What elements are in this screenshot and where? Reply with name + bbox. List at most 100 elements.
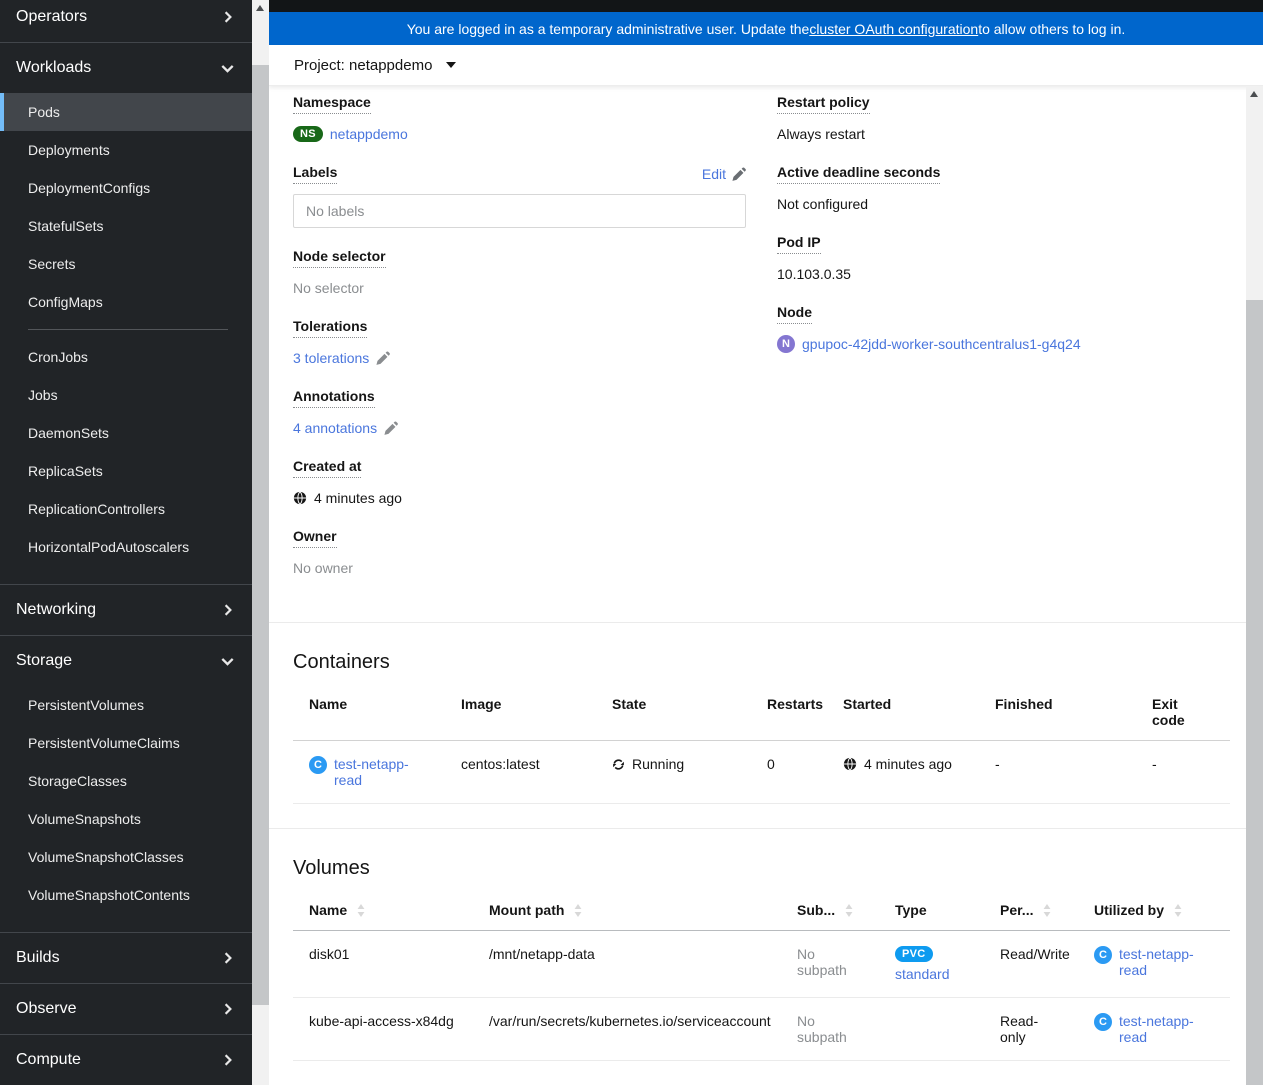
sidebar-item-operators[interactable]: Operators [0, 0, 252, 42]
sidebar-item-label: Storage [16, 652, 73, 669]
sidebar-item-secrets[interactable]: Secrets [0, 245, 252, 283]
sync-icon [613, 758, 624, 770]
cluster-oauth-link[interactable]: cluster OAuth configuration [809, 21, 978, 37]
detail-node-selector: Node selector No selector [293, 248, 746, 298]
sort-icon[interactable] [1174, 903, 1182, 917]
sidebar-item-volumesnapshots[interactable]: VolumeSnapshots [0, 800, 252, 838]
sort-icon[interactable] [1043, 903, 1051, 917]
detail-value: No selector [293, 280, 364, 296]
scrollbar-thumb[interactable] [252, 65, 269, 1005]
container-link[interactable]: test-netapp-read [334, 756, 429, 788]
sidebar-item-workloads[interactable]: Workloads [0, 43, 252, 93]
detail-term: Active deadline seconds [777, 164, 941, 184]
tolerations-link[interactable]: 3 tolerations [293, 350, 369, 366]
main-area: You are logged in as a temporary adminis… [269, 0, 1263, 1085]
banner-text: to allow others to log in. [978, 20, 1126, 37]
admin-banner: You are logged in as a temporary adminis… [269, 12, 1263, 45]
sidebar-item-daemonsets[interactable]: DaemonSets [0, 414, 252, 452]
sort-icon[interactable] [574, 903, 582, 917]
volumes-section: Volumes Name Mount path Sub... Type Per.… [293, 857, 1230, 1061]
sidebar-item-deployments[interactable]: Deployments [0, 131, 252, 169]
caret-down-icon [446, 62, 457, 68]
sidebar-item-networking[interactable]: Networking [0, 585, 252, 635]
sort-icon[interactable] [357, 903, 365, 917]
scrollbar-up-arrow-icon[interactable] [1250, 91, 1258, 97]
containers-table: Name Image State Restarts Started Finish… [293, 686, 1230, 804]
pod-details-content: Namespace NS netappdemo Labels Edit No l… [269, 86, 1246, 1085]
globe-icon [843, 757, 857, 771]
detail-value: Always restart [777, 126, 865, 142]
sidebar-item-label: Observe [16, 1000, 77, 1017]
detail-term: Pod IP [777, 234, 821, 254]
chevron-right-icon [222, 1054, 234, 1066]
containers-section: Containers Name Image State Restarts Sta… [293, 651, 1230, 804]
namespace-badge: NS [293, 126, 323, 142]
column-header-exit-code: Exit code [1152, 696, 1185, 728]
sidebar-item-pods[interactable]: Pods [0, 93, 252, 131]
sidebar-item-configmaps[interactable]: ConfigMaps [0, 283, 252, 321]
sidebar-scrollbar[interactable] [252, 0, 269, 1085]
sidebar-item-horizontalpodautoscalers[interactable]: HorizontalPodAutoscalers [0, 528, 252, 566]
sidebar-item-compute[interactable]: Compute [0, 1035, 252, 1085]
table-header-row: Name Image State Restarts Started Finish… [293, 686, 1230, 741]
utilized-by-link[interactable]: test-netapp-read [1119, 946, 1214, 978]
annotations-link[interactable]: 4 annotations [293, 420, 377, 436]
container-badge: C [1094, 1013, 1112, 1031]
pencil-icon[interactable] [376, 351, 391, 365]
column-header-started: Started [843, 696, 892, 712]
labels-edit-button[interactable]: Edit [702, 166, 746, 182]
sidebar-item-storageclasses[interactable]: StorageClasses [0, 762, 252, 800]
detail-created-at: Created at 4 minutes ago [293, 458, 746, 508]
sidebar-item-volumesnapshotclasses[interactable]: VolumeSnapshotClasses [0, 838, 252, 876]
detail-term: Restart policy [777, 94, 870, 114]
namespace-link[interactable]: netappdemo [330, 126, 408, 142]
pvc-link[interactable]: standard [895, 966, 949, 982]
container-badge: C [1094, 946, 1112, 964]
column-header-type: Type [895, 902, 927, 918]
detail-pod-ip: Pod IP 10.103.0.35 [777, 234, 1230, 284]
detail-term: Annotations [293, 388, 375, 408]
node-badge: N [777, 335, 795, 353]
globe-icon [293, 491, 307, 505]
sidebar-item-observe[interactable]: Observe [0, 984, 252, 1034]
sidebar-item-jobs[interactable]: Jobs [0, 376, 252, 414]
volume-permissions: Read/Write [984, 930, 1078, 998]
utilized-by-link[interactable]: test-netapp-read [1119, 1013, 1214, 1045]
detail-term: Created at [293, 458, 362, 478]
scrollbar-up-arrow-icon[interactable] [256, 5, 264, 11]
edit-label: Edit [701, 166, 726, 182]
sidebar-item-deploymentconfigs[interactable]: DeploymentConfigs [0, 169, 252, 207]
column-header-name: Name [309, 902, 348, 918]
project-bar: Project: netappdemo [269, 45, 1263, 86]
chevron-right-icon [222, 11, 234, 23]
detail-tolerations: Tolerations 3 tolerations [293, 318, 746, 368]
pencil-icon [732, 167, 746, 181]
volume-permissions: Read-only [984, 997, 1078, 1061]
banner-text: You are logged in as a temporary adminis… [406, 20, 810, 37]
sidebar-item-persistentvolumeclaims[interactable]: PersistentVolumeClaims [0, 724, 252, 762]
detail-term: Namespace [293, 94, 371, 114]
chevron-right-icon [222, 1003, 234, 1015]
sidebar-item-replicationcontrollers[interactable]: ReplicationControllers [0, 490, 252, 528]
sort-icon[interactable] [845, 903, 853, 917]
volume-mount-path: /var/run/secrets/kubernetes.io/serviceac… [473, 997, 781, 1061]
column-header-utilized-by: Utilized by [1094, 902, 1165, 918]
node-link[interactable]: gpupoc-42jdd-worker-southcentralus1-g4q2… [802, 336, 1081, 352]
sidebar-item-replicasets[interactable]: ReplicaSets [0, 452, 252, 490]
sidebar-item-builds[interactable]: Builds [0, 933, 252, 983]
main-scrollbar[interactable] [1246, 86, 1263, 1085]
column-header-mount-path: Mount path [489, 902, 565, 918]
pencil-icon[interactable] [384, 421, 398, 435]
scrollbar-thumb[interactable] [1246, 300, 1263, 1085]
container-exit-code: - [1136, 740, 1230, 804]
sidebar-item-storage[interactable]: Storage [0, 636, 252, 686]
section-divider [269, 828, 1246, 829]
sidebar-item-cronjobs[interactable]: CronJobs [0, 338, 252, 376]
volume-name: disk01 [293, 930, 473, 998]
sidebar-item-statefulsets[interactable]: StatefulSets [0, 207, 252, 245]
sidebar-item-persistentvolumes[interactable]: PersistentVolumes [0, 686, 252, 724]
containers-title: Containers [293, 651, 390, 673]
project-selector[interactable]: Project: netappdemo [294, 57, 457, 74]
sidebar-item-label: Networking [16, 601, 97, 618]
sidebar-item-volumesnapshotcontents[interactable]: VolumeSnapshotContents [0, 876, 252, 914]
